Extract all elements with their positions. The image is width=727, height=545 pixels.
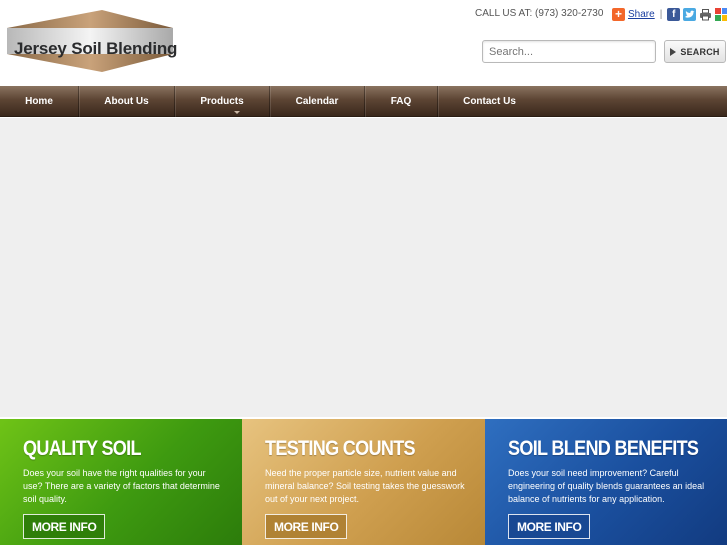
main-nav: Home About Us Products Calendar FAQ Cont… (0, 86, 727, 117)
search-input[interactable] (482, 40, 656, 63)
nav-item-faq[interactable]: FAQ (365, 86, 438, 117)
promo-title: QUALITY SOIL (23, 437, 142, 460)
share-separator: | (659, 8, 663, 20)
nav-item-contact-us[interactable]: Contact Us (438, 86, 541, 117)
play-arrow-icon (670, 47, 677, 56)
promo-panels: QUALITY SOIL Does your soil have the rig… (0, 419, 727, 545)
google-bookmark-icon[interactable] (715, 7, 727, 21)
promo-text: Need the proper particle size, nutrient … (265, 468, 465, 504)
share-link[interactable]: Share (628, 9, 655, 20)
nav-item-calendar[interactable]: Calendar (270, 86, 365, 117)
site-header: Jersey Soil Blending CALL US AT: (973) 3… (0, 0, 727, 86)
site-logo[interactable]: Jersey Soil Blending (4, 8, 178, 74)
nav-item-label: About Us (104, 96, 149, 107)
call-us-text: CALL US AT: (973) 320-2730 (475, 8, 604, 19)
hero-banner (0, 118, 727, 417)
twitter-icon[interactable] (683, 7, 697, 21)
logo-text: Jersey Soil Blending (14, 39, 178, 58)
promo-quality-soil: QUALITY SOIL Does your soil have the rig… (0, 419, 242, 545)
share-bar: + Share | f (612, 7, 727, 21)
nav-item-label: Products (200, 96, 244, 107)
chevron-down-icon (234, 111, 240, 114)
more-info-button[interactable]: MORE INFO (265, 514, 348, 539)
search-button-label: SEARCH (680, 46, 720, 57)
more-info-button[interactable]: MORE INFO (23, 514, 106, 539)
more-info-button[interactable]: MORE INFO (508, 514, 591, 539)
promo-title: TESTING COUNTS (265, 437, 416, 460)
promo-soil-blend-benefits: SOIL BLEND BENEFITS Does your soil need … (485, 419, 727, 545)
promo-title: SOIL BLEND BENEFITS (508, 437, 699, 460)
share-plus-icon[interactable]: + (612, 7, 625, 21)
nav-item-label: FAQ (390, 96, 412, 107)
search-button[interactable]: SEARCH (664, 40, 726, 63)
promo-testing-counts: TESTING COUNTS Need the proper particle … (242, 419, 485, 545)
nav-item-label: Contact Us (463, 96, 516, 107)
nav-item-home[interactable]: Home (0, 86, 79, 117)
facebook-icon[interactable]: f (667, 7, 681, 21)
promo-text: Does your soil need improvement? Careful… (508, 468, 705, 504)
promo-text: Does your soil have the right qualities … (23, 468, 220, 504)
nav-item-about-us[interactable]: About Us (79, 86, 175, 117)
nav-item-products[interactable]: Products (175, 86, 270, 117)
nav-item-label: Calendar (295, 96, 339, 107)
nav-item-label: Home (25, 96, 53, 107)
print-icon[interactable] (699, 7, 713, 21)
